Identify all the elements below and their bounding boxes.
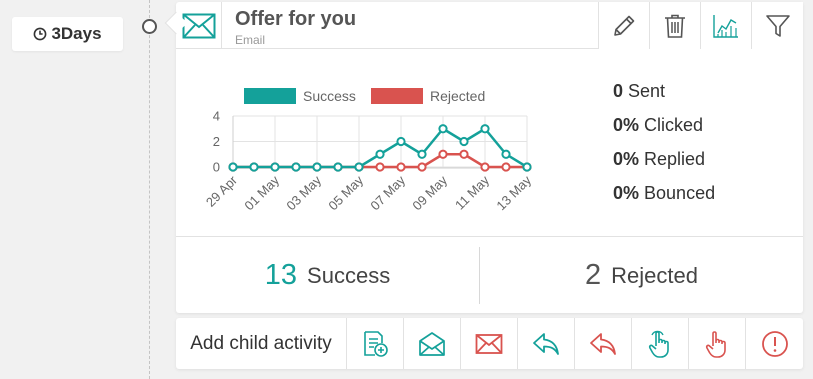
x-tick-label: 11 May — [452, 172, 492, 212]
data-point-success — [459, 136, 469, 147]
data-point-success — [249, 162, 259, 172]
success-label: Success — [307, 262, 391, 288]
x-tick-label: 09 May — [409, 172, 450, 213]
child-activity-bar: Add child activity — [176, 318, 803, 369]
edit-icon — [614, 15, 635, 36]
data-point-success — [291, 162, 301, 172]
data-point-success — [312, 162, 322, 172]
stat-replied: 0% Replied — [613, 149, 706, 169]
hand-icon — [705, 330, 726, 358]
rejected-total[interactable]: 2 Rejected — [480, 237, 803, 314]
add-child-activity-button[interactable]: Add child activity — [176, 318, 347, 369]
data-point-rejected — [480, 162, 490, 172]
card-header: Offer for you Email — [176, 2, 803, 49]
alert-circle-icon — [761, 330, 788, 357]
series-line-success — [233, 127, 528, 169]
data-point-success — [501, 149, 511, 159]
legend-label-rejected: Rejected — [430, 88, 485, 104]
y-tick-label: 2 — [213, 134, 220, 149]
data-point-success — [228, 162, 238, 172]
delay-label: 3Days — [51, 24, 102, 43]
chart-icon — [713, 14, 738, 38]
stat-clicked: 0% Clicked — [613, 115, 704, 135]
envelope-icon — [475, 333, 503, 354]
add-note-icon — [364, 330, 388, 357]
filter-button[interactable] — [751, 2, 803, 49]
x-tick-label: 07 May — [367, 172, 408, 213]
replied-button[interactable] — [518, 318, 575, 369]
data-point-rejected — [501, 162, 511, 172]
data-point-rejected — [438, 149, 448, 159]
data-point-success — [522, 162, 532, 172]
delete-button[interactable] — [649, 2, 700, 49]
add-note-button[interactable] — [347, 318, 404, 369]
data-point-success — [480, 124, 490, 134]
timeline-connector — [149, 0, 150, 379]
y-tick-label: 4 — [213, 109, 220, 124]
edit-button[interactable] — [598, 2, 649, 49]
activity-card: Offer for you Email Success Rejected 0 2… — [176, 2, 803, 313]
stat-bounced: 0% Bounced — [613, 183, 716, 203]
legend-swatch-rejected — [371, 88, 423, 104]
data-point-rejected — [375, 162, 385, 172]
stats-panel: 0 Sent 0% Clicked 0% Replied 0% Bounced — [613, 74, 715, 210]
data-point-rejected — [417, 162, 427, 172]
pointer-hand-icon — [648, 330, 669, 358]
stats-button[interactable] — [700, 2, 751, 49]
trash-icon — [665, 14, 685, 38]
data-point-success — [270, 162, 280, 172]
rejected-label: Rejected — [611, 262, 698, 288]
x-tick-label: 13 May — [493, 172, 534, 213]
not-clicked-button[interactable] — [689, 318, 746, 369]
activity-type: Email — [235, 33, 266, 47]
totals-row: 13 Success 2 Rejected — [176, 236, 803, 313]
data-point-rejected — [459, 149, 469, 159]
data-point-success — [417, 149, 427, 159]
delay-badge[interactable]: 3Days — [12, 17, 123, 51]
bounced-button[interactable] — [746, 318, 803, 369]
legend-swatch-success — [244, 88, 296, 104]
clock-icon — [34, 27, 47, 41]
data-point-rejected — [396, 162, 406, 172]
data-point-success — [354, 162, 364, 172]
activity-chart: Success Rejected 0 2 4 29 Apr 01 May 03 May 05… — [176, 49, 803, 236]
x-tick-label: 03 May — [283, 172, 324, 213]
rejected-count: 2 — [585, 259, 602, 291]
clicked-button[interactable] — [632, 318, 689, 369]
data-point-success — [438, 124, 448, 134]
filter-icon — [765, 14, 790, 37]
x-tick-label: 01 May — [241, 172, 282, 213]
unopened-email-button[interactable] — [461, 318, 518, 369]
timeline-node[interactable] — [142, 19, 157, 34]
line-chart: Success Rejected 0 2 4 29 Apr 01 May 03 May 05… — [203, 88, 534, 213]
success-count: 13 — [264, 259, 298, 291]
y-tick-label: 0 — [213, 160, 220, 175]
activity-title: Offer for you — [235, 8, 357, 30]
legend-label-success: Success — [303, 88, 356, 104]
not-replied-button[interactable] — [575, 318, 632, 369]
x-tick-label: 29 Apr — [203, 172, 241, 210]
stat-sent: 0 Sent — [613, 81, 666, 101]
data-point-success — [396, 136, 406, 147]
reply-icon — [533, 332, 559, 355]
data-point-success — [375, 149, 385, 159]
open-envelope-icon — [419, 331, 445, 356]
data-point-success — [333, 162, 343, 172]
success-total[interactable]: 13 Success — [176, 237, 479, 314]
opened-email-button[interactable] — [404, 318, 461, 369]
reply-icon — [590, 332, 616, 355]
x-tick-label: 05 May — [325, 172, 366, 213]
